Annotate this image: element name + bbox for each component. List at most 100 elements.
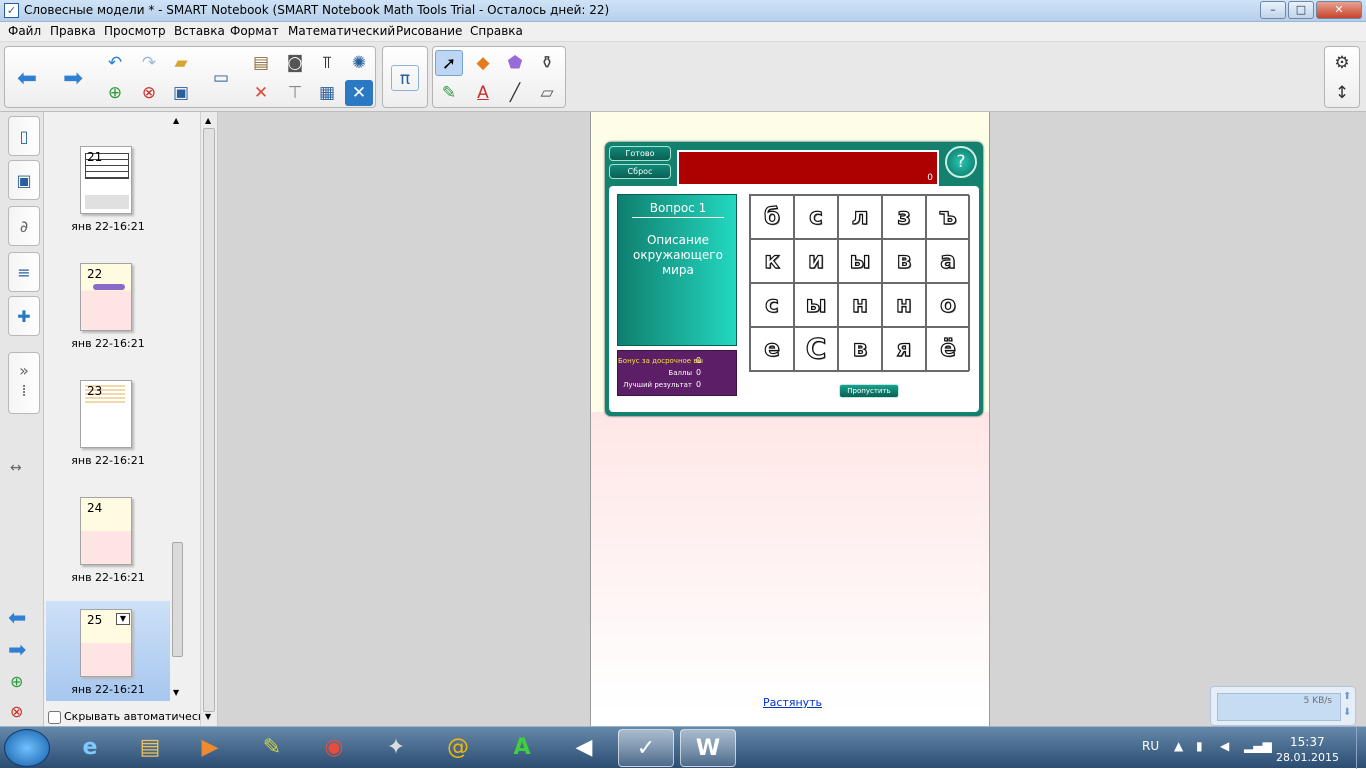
gimp-icon[interactable]: ✦ [368,729,424,767]
forward-arrow-icon[interactable]: ➡ [59,65,87,91]
internet-explorer-icon[interactable]: e [62,729,118,767]
letter-cell[interactable]: к [750,239,794,283]
paint-app-icon[interactable]: ✎ [244,729,300,767]
screenshot-icon[interactable]: ◙ [281,50,309,76]
app-a-icon[interactable]: A [494,729,550,767]
letter-cell[interactable]: в [838,327,882,371]
slide-thumbnail[interactable]: 22 янв 22-16:21 [46,255,170,353]
menu-view[interactable]: Просмотр [104,24,166,38]
slide-menu-chevron-down-icon[interactable]: ▼ [116,613,130,625]
tray-device-icon[interactable]: ▮ [1196,739,1203,753]
prev-page-arrow-icon[interactable]: ⬅ [8,606,26,631]
letter-cell[interactable]: б [750,195,794,239]
paste-icon[interactable]: ▤ [247,50,275,76]
letter-cell[interactable]: н [838,283,882,327]
menu-math[interactable]: Математический [288,24,395,38]
minimize-button[interactable]: – [1260,1,1286,19]
reset-button[interactable]: Сброс [609,164,671,179]
close-window-icon[interactable]: ✕ [345,80,373,106]
save-icon[interactable]: ▣ [167,80,195,106]
clock-time[interactable]: 15:37 [1290,735,1325,749]
menu-insert[interactable]: Вставка [174,24,225,38]
media-player-icon[interactable]: ▶ [182,729,238,767]
menu-file[interactable]: Файл [8,24,41,38]
magic-tool-icon[interactable]: ✺ [345,50,373,76]
letter-cell[interactable]: з [882,195,926,239]
menu-help[interactable]: Справка [470,24,523,38]
delete-page-small-icon[interactable]: ⊗ [10,702,23,721]
slide-thumbnail[interactable]: 24 янв 22-16:21 [46,489,170,587]
letter-cell[interactable]: а [926,239,970,283]
chrome-icon[interactable]: ◉ [306,729,362,767]
mail-agent-icon[interactable]: @ [430,729,486,767]
language-indicator[interactable]: RU [1142,739,1159,753]
scroll-up-icon[interactable]: ▲ [173,116,179,125]
presentation-icon[interactable]: ▭ [207,65,235,91]
scroll-down-icon[interactable]: ▼ [173,688,179,697]
gallery-tab-icon[interactable]: ▣ [8,160,40,200]
volume-icon[interactable]: ◀ [1220,739,1229,753]
smart-notebook-task-icon[interactable]: ✓ [618,729,674,767]
fill-icon[interactable]: ⚱ [533,50,561,76]
scroll-up-icon[interactable]: ▲ [205,116,211,125]
redo-icon[interactable]: ↷ [135,50,163,76]
slide-thumbnail[interactable]: 21 янв 22-16:21 [46,138,170,236]
letter-cell[interactable]: ы [838,239,882,283]
letter-cell[interactable]: С [794,327,838,371]
workspace-scroll-thumb[interactable] [203,128,215,712]
letter-cell[interactable]: о [926,283,970,327]
line-icon[interactable]: ╱ [501,80,529,106]
network-signal-icon[interactable]: ▂▄▆ [1244,739,1272,753]
close-button[interactable]: ✕ [1316,1,1362,19]
skip-button[interactable]: Пропустить [839,384,899,398]
open-folder-icon[interactable]: ▰ [167,50,195,76]
clock-date[interactable]: 28.01.2015 [1276,751,1339,764]
undo-icon[interactable]: ↶ [101,50,129,76]
letter-cell[interactable]: ё [926,327,970,371]
eraser-icon[interactable]: ▱ [533,80,561,106]
add-page-small-icon[interactable]: ⊕ [10,672,23,691]
slide-thumbnail-selected[interactable]: 25 ▼ янв 22-16:21 [46,601,170,701]
letter-cell[interactable]: я [882,327,926,371]
select-pointer-icon[interactable]: ➚ [435,50,463,76]
menu-draw[interactable]: Рисование [396,24,462,38]
letter-cell[interactable]: е [750,327,794,371]
volume-app-icon[interactable]: ◀ [556,729,612,767]
resize-icon[interactable]: ↔ [10,460,22,476]
letter-cell[interactable]: с [750,283,794,327]
letter-cell[interactable]: в [882,239,926,283]
screen-shade-icon[interactable]: ⫪ [313,50,341,76]
autohide-checkbox[interactable]: Скрывать автоматическ [48,710,205,724]
text-tool-icon[interactable]: A [469,80,497,106]
explorer-folder-icon[interactable]: ▤ [122,729,178,767]
shapes-icon[interactable]: ◆ [469,50,497,76]
help-button[interactable]: ? [945,146,977,178]
scroll-down-icon[interactable]: ▼ [205,712,211,721]
autohide-box[interactable] [48,710,61,724]
addons-tab-icon[interactable]: ✚ [8,296,40,336]
pens-icon[interactable]: ✎ [435,80,463,106]
ready-button[interactable]: Готово [609,146,671,161]
menu-edit[interactable]: Правка [50,24,96,38]
show-desktop-button[interactable] [1356,727,1366,769]
stretch-link[interactable]: Растянуть [763,696,822,709]
tray-expand-icon[interactable]: ▲ [1174,739,1183,753]
sorter-scroll-thumb[interactable] [172,542,183,657]
move-toolbar-icon[interactable]: ↕ [1328,80,1356,106]
back-arrow-icon[interactable]: ⬅ [13,65,41,91]
properties-tab-icon[interactable]: ≡ [8,252,40,292]
page-sorter-tab-icon[interactable]: ▯ [8,116,40,156]
word-task-icon[interactable]: W [680,729,736,767]
delete-page-icon[interactable]: ⊗ [135,80,163,106]
panel-divider-scrollbar[interactable]: ▲ ▼ [200,112,217,726]
delete-icon[interactable]: ✕ [247,80,275,106]
eraser-shape-icon[interactable]: ⬟ [501,50,529,76]
add-page-icon[interactable]: ⊕ [101,80,129,106]
menu-format[interactable]: Формат [230,24,279,38]
letter-cell[interactable]: с [794,195,838,239]
math-tools-icon[interactable]: π [391,65,419,91]
attachments-tab-icon[interactable]: ∂ [8,206,40,246]
gear-icon[interactable]: ⚙ [1328,50,1356,76]
letter-cell[interactable]: ы [794,283,838,327]
next-page-arrow-icon[interactable]: ➡ [8,638,26,663]
